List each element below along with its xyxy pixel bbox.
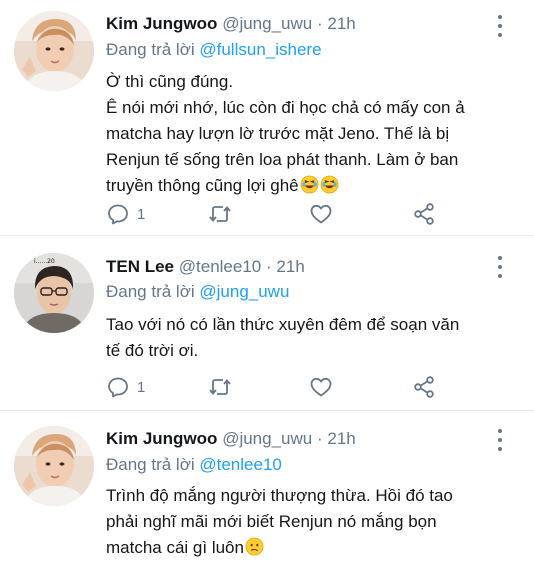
author-handle[interactable]: @jung_uwu	[222, 429, 312, 448]
more-options-icon[interactable]	[496, 256, 504, 278]
share-button[interactable]	[412, 374, 436, 400]
avatar[interactable]: i......20	[14, 253, 94, 333]
author-name[interactable]: TEN Lee	[106, 257, 174, 276]
retweet-icon	[209, 206, 231, 222]
tweet-text: Tao với nó có lần thức xuyên đêm để soạn…	[106, 312, 516, 364]
confused-emoji	[245, 537, 264, 556]
heart-icon	[310, 377, 332, 397]
laughing-emoji	[320, 175, 339, 194]
author-handle[interactable]: @tenlee10	[179, 257, 262, 276]
share-icon	[414, 203, 434, 225]
laughing-emoji	[300, 175, 319, 194]
tweet-header: Kim Jungwoo @jung_uwu · 21h	[106, 12, 356, 36]
reply-context: Đang trả lời @tenlee10	[106, 453, 282, 477]
profile-photo	[14, 11, 94, 91]
more-options-icon[interactable]	[496, 15, 504, 37]
reply-count: 1	[137, 378, 146, 396]
reply-context: Đang trả lời @jung_uwu	[106, 280, 289, 304]
like-button[interactable]	[309, 374, 333, 400]
tweet-text-line: Ờ thì cũng đúng.	[106, 72, 234, 91]
reply-to-handle[interactable]: @tenlee10	[199, 455, 282, 474]
reply-to-handle[interactable]: @jung_uwu	[199, 282, 289, 301]
reply-context: Đang trả lời @fullsun_ishere	[106, 38, 322, 62]
timestamp[interactable]: 21h	[327, 14, 355, 33]
reply-button[interactable]: 1	[106, 374, 145, 400]
profile-photo	[14, 426, 94, 506]
author-handle[interactable]: @jung_uwu	[222, 14, 312, 33]
tweet-text-line: truyền thông cũng lợi ghê	[106, 176, 299, 195]
author-name[interactable]: Kim Jungwoo	[106, 14, 217, 33]
tweet[interactable]: Kim Jungwoo @jung_uwu · 21h Đang trả lời…	[0, 410, 534, 563]
reply-label: Đang trả lời	[106, 455, 195, 474]
retweet-button[interactable]	[208, 374, 232, 400]
author-name[interactable]: Kim Jungwoo	[106, 429, 217, 448]
tweet-text-line: phải nghĩ mãi mới biết Renjun nó mắng bọ…	[106, 512, 437, 531]
avatar[interactable]	[14, 426, 94, 506]
tweet-text-line: matcha hay lượn lờ trước mặt Jeno. Thế l…	[106, 124, 450, 143]
share-button[interactable]	[412, 201, 436, 227]
tweet-text-line-with-emoji: truyền thông cũng lợi ghê	[106, 173, 516, 199]
reply-label: Đang trả lời	[106, 282, 195, 301]
share-icon	[414, 376, 434, 398]
tweet-text-line-with-emoji: matcha cái gì luôn	[106, 535, 516, 561]
tweet-text-line: Renjun tế sống trên loa phát thanh. Làm …	[106, 150, 459, 169]
tweet-actions: 1	[106, 374, 526, 400]
reply-to-handle[interactable]: @fullsun_ishere	[199, 40, 321, 59]
reply-icon	[108, 204, 128, 225]
tweet-text-line: Trình độ mắng người thượng thừa. Hồi đó …	[106, 486, 453, 505]
reply-label: Đang trả lời	[106, 40, 195, 59]
tweet-header: TEN Lee @tenlee10 · 21h	[106, 255, 305, 279]
tweet-header: Kim Jungwoo @jung_uwu · 21h	[106, 427, 356, 451]
reply-icon	[108, 377, 128, 398]
reply-count: 1	[137, 205, 146, 223]
separator: ·	[266, 257, 272, 276]
retweet-icon	[209, 379, 231, 395]
heart-icon	[310, 204, 332, 224]
tweet[interactable]: Kim Jungwoo @jung_uwu · 21h Đang trả lời…	[0, 0, 534, 235]
reply-button[interactable]: 1	[106, 201, 145, 227]
retweet-button[interactable]	[208, 201, 232, 227]
timestamp[interactable]: 21h	[327, 429, 355, 448]
profile-photo: i......20	[14, 253, 94, 333]
more-options-icon[interactable]	[496, 429, 504, 451]
separator: ·	[316, 429, 323, 448]
separator: ·	[316, 14, 323, 33]
tweet-text: Trình độ mắng người thượng thừa. Hồi đó …	[106, 483, 516, 561]
tweet-text-line: matcha cái gì luôn	[106, 538, 244, 557]
timestamp[interactable]: 21h	[276, 257, 304, 276]
tweet-actions: 1	[106, 201, 526, 227]
tweet-text-line: Ê nói mới nhớ, lúc còn đi học chả có mấy…	[106, 98, 465, 117]
tweet[interactable]: i......20 TEN Lee @tenlee10 · 21h Đang t…	[0, 235, 534, 410]
avatar[interactable]	[14, 11, 94, 91]
tweet-text-line: Tao với nó có lần thức xuyên đêm để soạn…	[106, 315, 460, 334]
tweet-text-line: tế đó trời ơi.	[106, 341, 199, 360]
like-button[interactable]	[309, 201, 333, 227]
svg-text:i......20: i......20	[34, 258, 55, 265]
tweet-text: Ờ thì cũng đúng. Ê nói mới nhớ, lúc còn …	[106, 69, 516, 199]
